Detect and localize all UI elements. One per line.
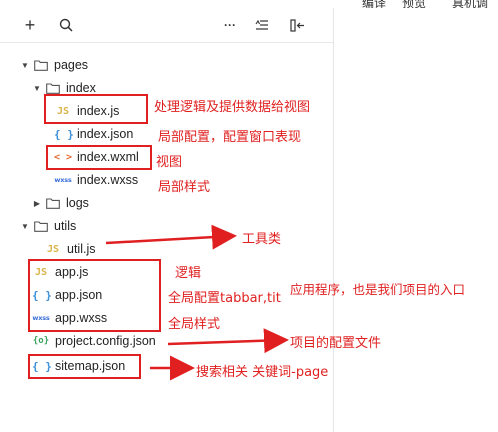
annotation-app-group: 应用程序，也是我们项目的入口 bbox=[290, 282, 466, 297]
tree-file-project-config[interactable]: {o} project.config.json bbox=[0, 330, 333, 352]
tree-label: utils bbox=[54, 219, 77, 233]
compile-menu[interactable]: 编译 bbox=[362, 0, 386, 8]
annotation-index-json: 局部配置，配置窗口表现 bbox=[158, 130, 302, 145]
annotation-project-config: 项目的配置文件 bbox=[290, 336, 382, 351]
highlight-box-index-wxml bbox=[46, 145, 152, 170]
chevron-down-icon: ▼ bbox=[33, 83, 41, 93]
tree-folder-logs[interactable]: ▶ logs bbox=[0, 192, 333, 214]
annotation-index-js: 处理逻辑及提供数据给视图 bbox=[154, 100, 311, 115]
tree-label: index.json bbox=[77, 127, 134, 141]
top-menu-bar: 编译 预览 真机调试 bbox=[0, 0, 498, 8]
annotation-index-wxml: 视图 bbox=[156, 155, 183, 170]
chevron-down-icon: ▼ bbox=[21, 221, 29, 231]
highlight-box-app-files bbox=[28, 259, 161, 332]
js-file-icon: JS bbox=[46, 243, 60, 255]
search-icon[interactable] bbox=[56, 16, 76, 34]
more-options-icon[interactable]: ··· bbox=[220, 16, 240, 34]
preview-menu[interactable]: 预览 bbox=[402, 0, 426, 8]
annotation-index-wxss: 局部样式 bbox=[158, 180, 211, 195]
annotation-app-wxss: 全局样式 bbox=[168, 317, 221, 332]
split-panel-icon[interactable] bbox=[288, 16, 308, 34]
folder-open-icon bbox=[34, 220, 48, 232]
chevron-down-icon: ▼ bbox=[21, 60, 29, 70]
collapse-sort-icon[interactable] bbox=[252, 16, 272, 34]
highlight-box-index-js bbox=[44, 94, 148, 124]
json-file-icon: { } bbox=[54, 127, 74, 141]
tree-file-util-js[interactable]: JS util.js bbox=[0, 238, 333, 260]
folder-open-icon bbox=[46, 82, 60, 94]
tree-label: util.js bbox=[67, 242, 96, 256]
tree-label: index.wxss bbox=[77, 173, 139, 187]
tree-label: index bbox=[66, 81, 96, 95]
tree-label: project.config.json bbox=[55, 334, 156, 348]
annotation-app-json: 全局配置tabbar,tit bbox=[168, 291, 281, 306]
tree-folder-pages[interactable]: ▼ pages bbox=[0, 54, 333, 76]
tree-folder-utils[interactable]: ▼ utils bbox=[0, 215, 333, 237]
wxss-file-icon: wxss bbox=[54, 176, 72, 184]
device-debug-menu[interactable]: 真机调试 bbox=[452, 0, 498, 8]
explorer-toolbar: + ··· bbox=[0, 8, 333, 43]
config-file-icon: {o} bbox=[32, 336, 50, 346]
tree-label: logs bbox=[66, 196, 89, 210]
tree-label: pages bbox=[54, 58, 89, 72]
annotation-sitemap: 搜索相关 关键词-page bbox=[196, 365, 329, 380]
chevron-right-icon: ▶ bbox=[33, 198, 41, 208]
folder-open-icon bbox=[34, 59, 48, 71]
add-file-icon[interactable]: + bbox=[20, 15, 40, 35]
folder-icon bbox=[46, 197, 60, 209]
annotation-app-js: 逻辑 bbox=[175, 266, 202, 281]
annotation-util-js: 工具类 bbox=[242, 232, 282, 247]
highlight-box-sitemap bbox=[28, 354, 141, 379]
